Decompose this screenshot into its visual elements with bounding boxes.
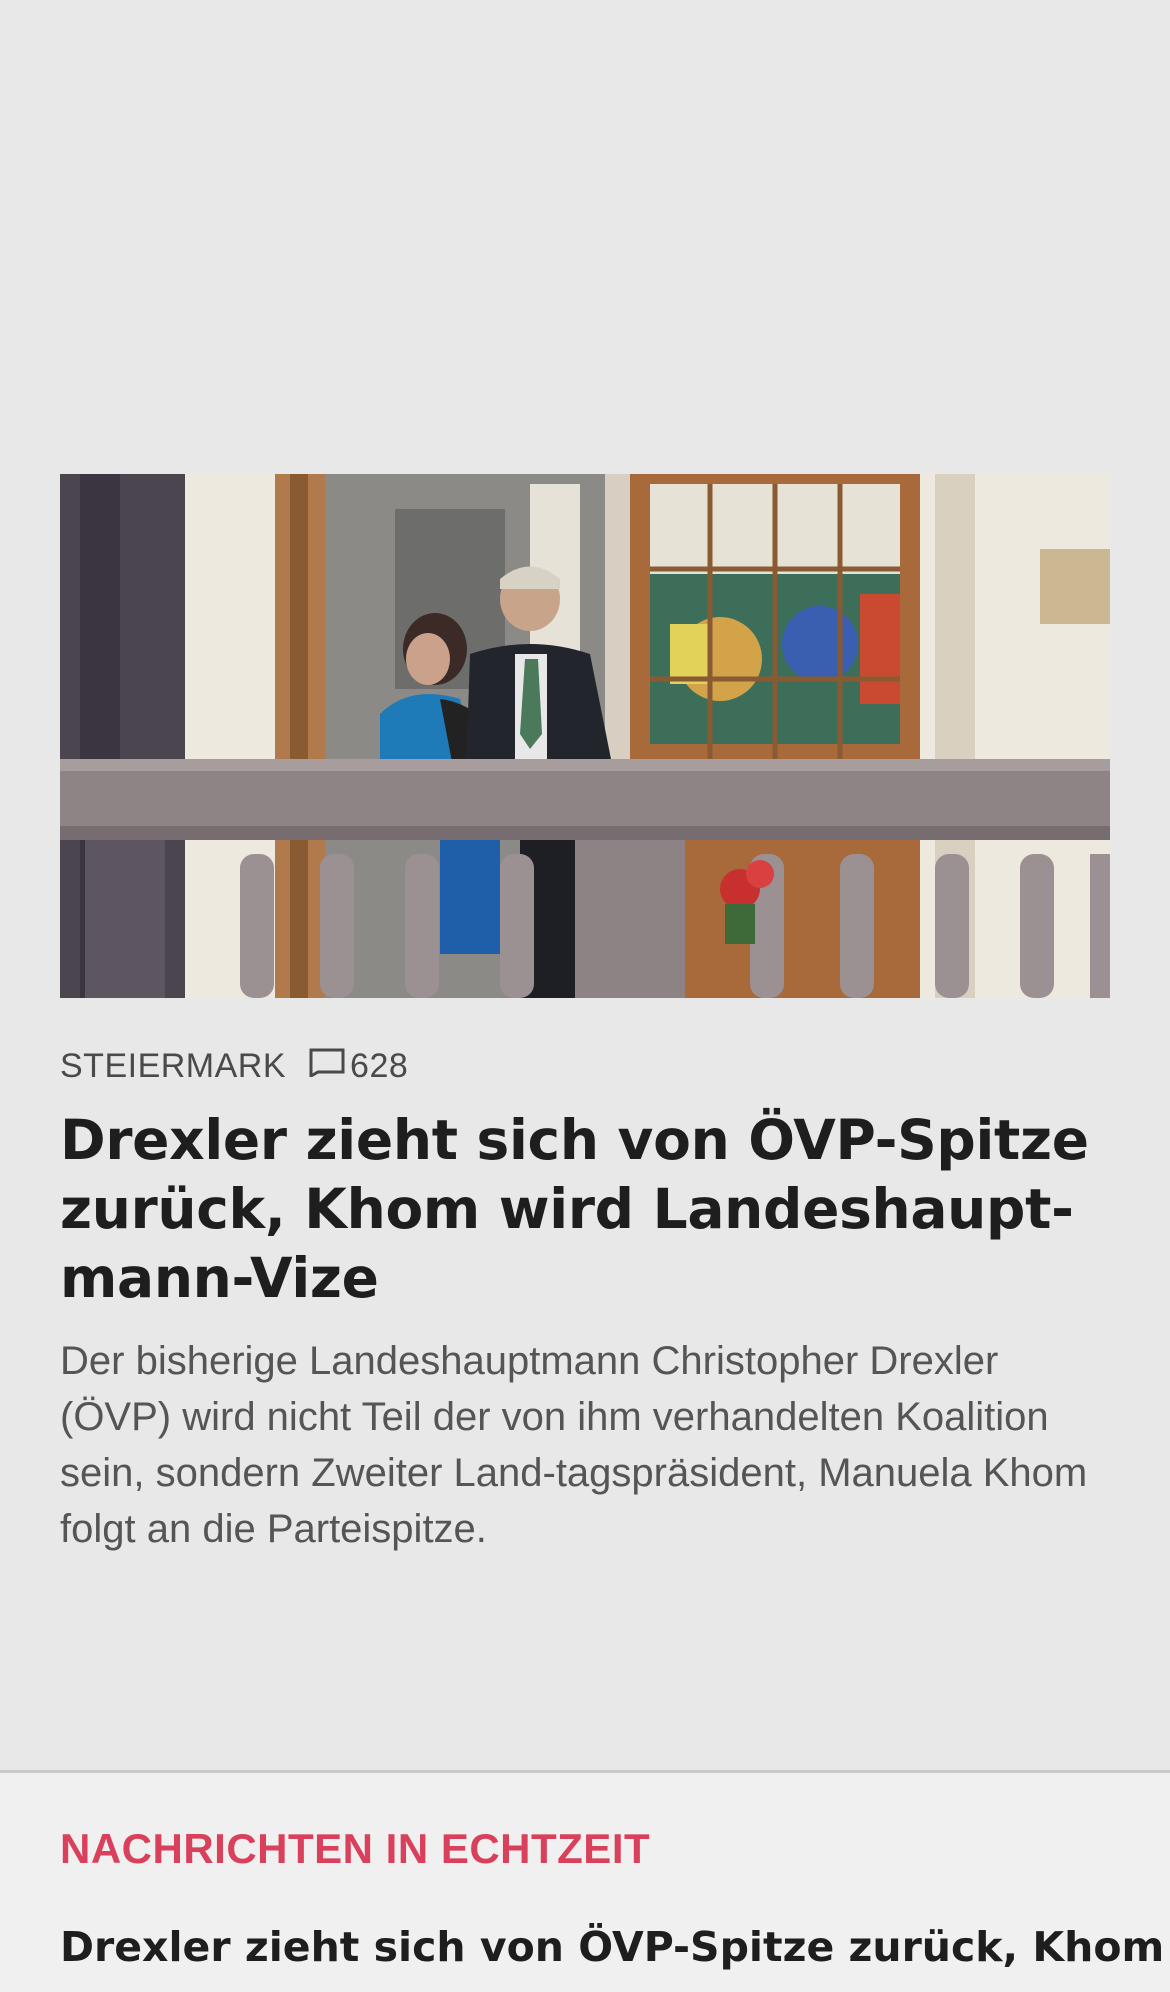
comment-count[interactable]: 628 bbox=[308, 1047, 408, 1086]
photo-of-politicians-on-balcony bbox=[60, 474, 1110, 998]
article-image[interactable] bbox=[60, 474, 1110, 998]
live-news-section: NACHRICHTEN IN ECHTZEIT Drexler zieht si… bbox=[0, 1773, 1170, 1992]
article-teaser[interactable]: STEIERMARK 628 Drexler zieht sich von ÖV… bbox=[60, 1040, 1110, 1557]
live-news-item[interactable]: Drexler zieht sich von ÖVP-Spitze zurück… bbox=[60, 1923, 1164, 1971]
article-headline[interactable]: Drexler zieht sich von ÖVP-Spitze zurück… bbox=[60, 1106, 1110, 1313]
section-label[interactable]: STEIERMARK bbox=[60, 1047, 286, 1086]
article-meta: STEIERMARK 628 bbox=[60, 1040, 1110, 1092]
comment-icon bbox=[308, 1047, 346, 1086]
article-lead: Der bisherige Landeshauptmann Christophe… bbox=[60, 1339, 1088, 1551]
comment-count-value: 628 bbox=[350, 1046, 409, 1085]
ad-placeholder bbox=[0, 0, 1170, 474]
live-news-label: NACHRICHTEN IN ECHTZEIT bbox=[60, 1825, 651, 1872]
